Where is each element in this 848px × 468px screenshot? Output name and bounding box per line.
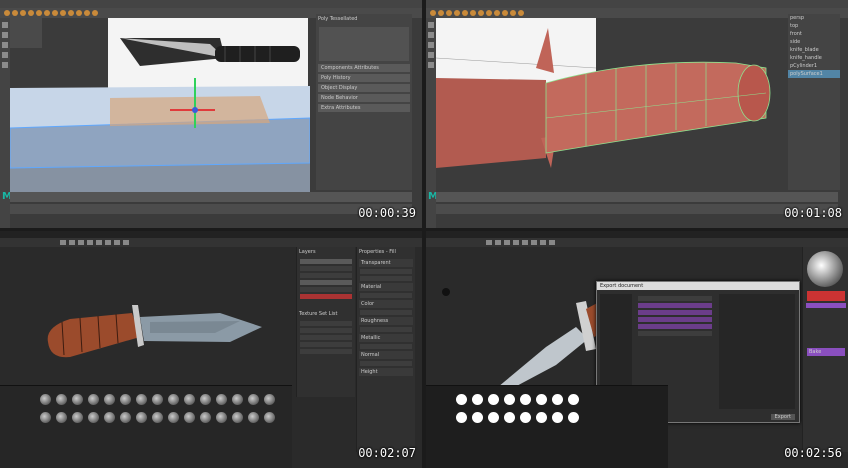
attr-section[interactable]: Components Attributes	[318, 64, 410, 72]
painter-viewport-knife: Layers Texture Set List Properties - Fil…	[0, 231, 422, 468]
painter-menubar[interactable]	[426, 231, 848, 238]
outliner-item[interactable]: side	[788, 38, 840, 46]
timestamp: 00:02:07	[358, 446, 416, 460]
outliner-item[interactable]: knife_blade	[788, 46, 840, 54]
properties-panel[interactable]: Properties - Fill Transparent Material C…	[356, 247, 415, 452]
maya-menubar[interactable]	[426, 0, 848, 8]
painter-viewport[interactable]	[0, 247, 290, 387]
property-section[interactable]: Metallic	[359, 334, 413, 342]
layers-panel[interactable]: Layers Texture Set List	[296, 247, 355, 397]
property-section[interactable]: Color	[359, 300, 413, 308]
timestamp: 00:01:08	[784, 206, 842, 220]
maya-menubar[interactable]	[0, 0, 422, 8]
painter-toolbar[interactable]	[426, 238, 848, 247]
shelf-panel[interactable]	[0, 385, 292, 468]
painter-toolbar[interactable]	[0, 238, 422, 247]
viewport-scene[interactable]	[436, 18, 786, 193]
outliner-item[interactable]: front	[788, 30, 840, 38]
dialog-title: Export document	[597, 282, 799, 290]
maya-viewport-handle: persp top front side knife_blade knife_h…	[426, 0, 848, 228]
range-slider[interactable]	[10, 204, 412, 214]
attr-section[interactable]: Node Behavior	[318, 94, 410, 102]
property-section[interactable]: Transparent	[359, 259, 413, 267]
channel-box-label: Poly Tessellated	[318, 16, 358, 22]
attr-section[interactable]: Extra Attributes	[318, 104, 410, 112]
property-section[interactable]: Height	[359, 368, 413, 376]
outliner-item[interactable]: top	[788, 22, 840, 30]
outliner-item[interactable]: persp	[788, 14, 840, 22]
painter-viewport-export: Export document Export Bake 00:02:56	[426, 231, 848, 468]
export-button[interactable]: Export	[770, 414, 795, 420]
outliner-item[interactable]: knife_handle	[788, 54, 840, 62]
timeline[interactable]	[10, 192, 412, 202]
property-section[interactable]: Material	[359, 283, 413, 291]
attr-section[interactable]: Object Display	[318, 84, 410, 92]
maya-viewport-blade: Poly Tessellated Components Attributes P…	[0, 0, 422, 228]
attr-section[interactable]: Poly History	[318, 74, 410, 82]
range-slider[interactable]	[436, 204, 838, 214]
attribute-editor[interactable]: Poly Tessellated Components Attributes P…	[316, 14, 412, 190]
bake-button[interactable]: Bake	[807, 348, 845, 356]
outliner-item[interactable]: pCylinder1	[788, 62, 840, 70]
outliner[interactable]: persp top front side knife_blade knife_h…	[788, 14, 840, 190]
shelf-panel[interactable]	[426, 385, 668, 468]
timestamp: 00:00:39	[358, 206, 416, 220]
timeline[interactable]	[436, 192, 838, 202]
property-section[interactable]: Roughness	[359, 317, 413, 325]
panel-title: Properties - Fill	[359, 249, 396, 255]
panel-title: Texture Set List	[299, 311, 338, 317]
timestamp: 00:02:56	[784, 446, 842, 460]
texture-set-panel[interactable]: Bake	[802, 247, 848, 452]
panel-title: Layers	[299, 249, 316, 255]
maya-shelf-toolbar[interactable]	[426, 8, 848, 18]
viewport-scene[interactable]	[10, 18, 310, 193]
painter-menubar[interactable]	[0, 231, 422, 238]
property-section[interactable]: Normal	[359, 351, 413, 359]
outliner-item[interactable]: polySurface1	[788, 70, 840, 78]
